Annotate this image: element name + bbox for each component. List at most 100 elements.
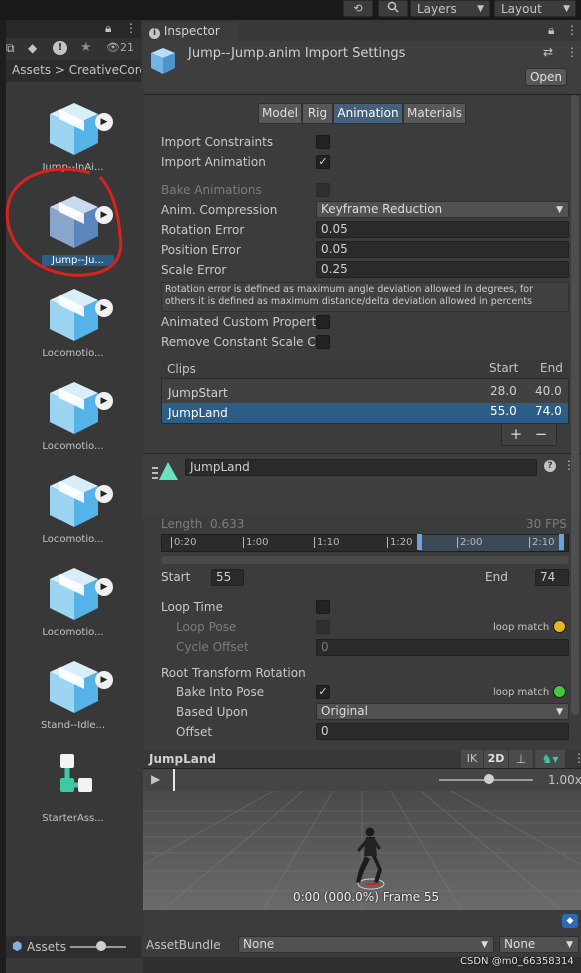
- scale-error-label: Scale Error: [161, 263, 227, 277]
- animation-clip-icon: [152, 462, 178, 480]
- preset-icon[interactable]: ⇄: [543, 45, 553, 59]
- length-label-text: Length: [161, 517, 203, 531]
- chevron-down-icon: ▼: [566, 940, 573, 950]
- preview-2d-button[interactable]: 2D: [484, 750, 508, 768]
- clip-start: 55.0: [490, 404, 517, 418]
- visibility-count: 👁︎21: [106, 41, 134, 54]
- tab-animation[interactable]: Animation: [333, 103, 403, 124]
- scale-error-field[interactable]: 0.25: [316, 261, 569, 278]
- add-clip-button[interactable]: +: [506, 425, 526, 443]
- breadcrumb[interactable]: Assets > CreativeCore: [6, 60, 141, 82]
- bake-into-pose-checkbox[interactable]: ✓: [316, 685, 330, 699]
- loop-match-label-2: loop match: [493, 687, 550, 698]
- kebab-menu-icon[interactable]: ⋮: [125, 21, 137, 35]
- layout-dropdown[interactable]: Layout ▼: [494, 0, 576, 17]
- end-label: End: [485, 570, 508, 584]
- remove-constant-checkbox[interactable]: [316, 335, 330, 349]
- star-icon[interactable]: ★: [80, 40, 92, 55]
- clip-row-jumpland[interactable]: JumpLand 55.0 74.0: [162, 403, 568, 423]
- preview-scene[interactable]: 0:00 (000.0%) Frame 55: [143, 791, 581, 910]
- anim-asset-icon: [50, 568, 98, 620]
- history-icon[interactable]: ⟲: [343, 0, 373, 17]
- anim-compression-value: Keyframe Reduction: [321, 202, 443, 216]
- length-value: 0.633: [210, 517, 245, 531]
- asset-item[interactable]: StarterAss...: [8, 743, 138, 836]
- play-icon[interactable]: ▶: [95, 578, 113, 596]
- asset-bundle-variant-dropdown[interactable]: None ▼: [499, 936, 579, 953]
- preview-bottom: [143, 910, 581, 932]
- info-icon: i: [149, 28, 160, 39]
- rotation-error-field[interactable]: 0.05: [316, 221, 569, 238]
- animated-custom-checkbox[interactable]: [316, 315, 330, 329]
- offset-field[interactable]: 0: [316, 723, 569, 740]
- inspector-tab[interactable]: i Inspector: [143, 22, 239, 41]
- inspector-lock-icon[interactable]: 🔒︎: [548, 23, 554, 38]
- asset-bundle-bar: AssetBundle None ▼ None ▼: [143, 932, 581, 957]
- timeline-start-marker[interactable]: [417, 534, 422, 550]
- bake-animations-label: Bake Animations: [161, 183, 262, 197]
- loop-time-label: Loop Time: [161, 600, 223, 614]
- asset-label: StarterAss...: [42, 813, 104, 824]
- position-error-field[interactable]: 0.05: [316, 241, 569, 258]
- inspector-menu-icon[interactable]: ⋮: [566, 23, 578, 37]
- help-icon[interactable]: ?: [544, 460, 556, 472]
- play-icon[interactable]: ▶: [95, 113, 113, 131]
- play-icon[interactable]: ▶: [95, 485, 113, 503]
- pivot-icon[interactable]: ⊥: [509, 750, 533, 768]
- tab-materials[interactable]: Materials: [403, 103, 466, 124]
- import-constraints-checkbox[interactable]: [316, 135, 330, 149]
- asset-label: Locomotio...: [42, 627, 104, 638]
- cycle-offset-label: Cycle Offset: [176, 640, 249, 654]
- warning-icon[interactable]: !: [53, 41, 67, 55]
- timeline-end-marker[interactable]: [559, 534, 564, 550]
- clip-name-field[interactable]: JumpLand: [185, 459, 537, 476]
- lock-icon[interactable]: 🔒︎: [105, 21, 111, 36]
- preview-clip-name: JumpLand: [149, 752, 216, 766]
- header-menu-icon[interactable]: ⋮: [566, 45, 578, 59]
- asset-item[interactable]: ▶ Stand--Idle...: [8, 650, 138, 743]
- label-tag-icon[interactable]: ◆: [562, 914, 578, 928]
- frame-readout: 0:00 (000.0%) Frame 55: [293, 890, 440, 904]
- anim-asset-icon: [50, 475, 98, 527]
- layers-dropdown[interactable]: Layers ▼: [410, 0, 490, 17]
- tab-rig[interactable]: Rig: [302, 103, 333, 124]
- preview-menu-icon[interactable]: ⋮: [573, 751, 581, 765]
- open-button[interactable]: Open: [525, 68, 567, 86]
- speed-slider-thumb[interactable]: [484, 774, 494, 784]
- playback-cursor[interactable]: [173, 769, 175, 791]
- clip-start: 28.0: [490, 384, 517, 398]
- tab-model[interactable]: Model: [258, 103, 302, 124]
- asset-bundle-dropdown[interactable]: None ▼: [238, 936, 494, 953]
- clip-end: 74.0: [535, 404, 562, 418]
- clip-row-jumpstart[interactable]: JumpStart 28.0 40.0: [162, 383, 568, 403]
- timeline-scrollbar[interactable]: [161, 556, 569, 564]
- remove-clip-button[interactable]: −: [531, 425, 551, 443]
- play-button[interactable]: ▶: [151, 772, 160, 786]
- play-icon[interactable]: ▶: [95, 299, 113, 317]
- start-field[interactable]: 55: [211, 569, 244, 586]
- import-animation-checkbox[interactable]: ✓: [316, 155, 330, 169]
- based-upon-dropdown[interactable]: Original ▼: [316, 703, 569, 720]
- assets-footer-label[interactable]: Assets: [27, 940, 66, 954]
- asset-item[interactable]: ▶ Locomotio...: [8, 371, 138, 464]
- preview-ik-button[interactable]: IK: [461, 750, 483, 768]
- chevron-down-icon: ▼: [481, 940, 488, 950]
- layout-label: Layout: [501, 1, 542, 16]
- end-field[interactable]: 74: [535, 569, 569, 586]
- search-icon[interactable]: [378, 0, 408, 17]
- loop-time-checkbox[interactable]: [316, 600, 330, 614]
- zoom-slider-thumb[interactable]: [96, 941, 106, 951]
- inspector-scrollbar[interactable]: [571, 95, 579, 715]
- asset-item[interactable]: ▶ Locomotio...: [8, 278, 138, 371]
- asset-item[interactable]: ▶ Locomotio...: [8, 464, 138, 557]
- label-icon[interactable]: ◆: [28, 41, 37, 55]
- length-label: Length 0.633: [161, 517, 244, 531]
- speed-value: 1.00x: [548, 773, 581, 787]
- avatar-icon[interactable]: ♞▾: [535, 750, 565, 768]
- asset-item[interactable]: ▶ Locomotio...: [8, 557, 138, 650]
- play-icon[interactable]: ▶: [95, 671, 113, 689]
- clip-name: JumpStart: [168, 386, 228, 400]
- hierarchy-icon[interactable]: ⧉: [6, 41, 15, 56]
- anim-compression-dropdown[interactable]: Keyframe Reduction ▼: [316, 201, 569, 218]
- play-icon[interactable]: ▶: [95, 392, 113, 410]
